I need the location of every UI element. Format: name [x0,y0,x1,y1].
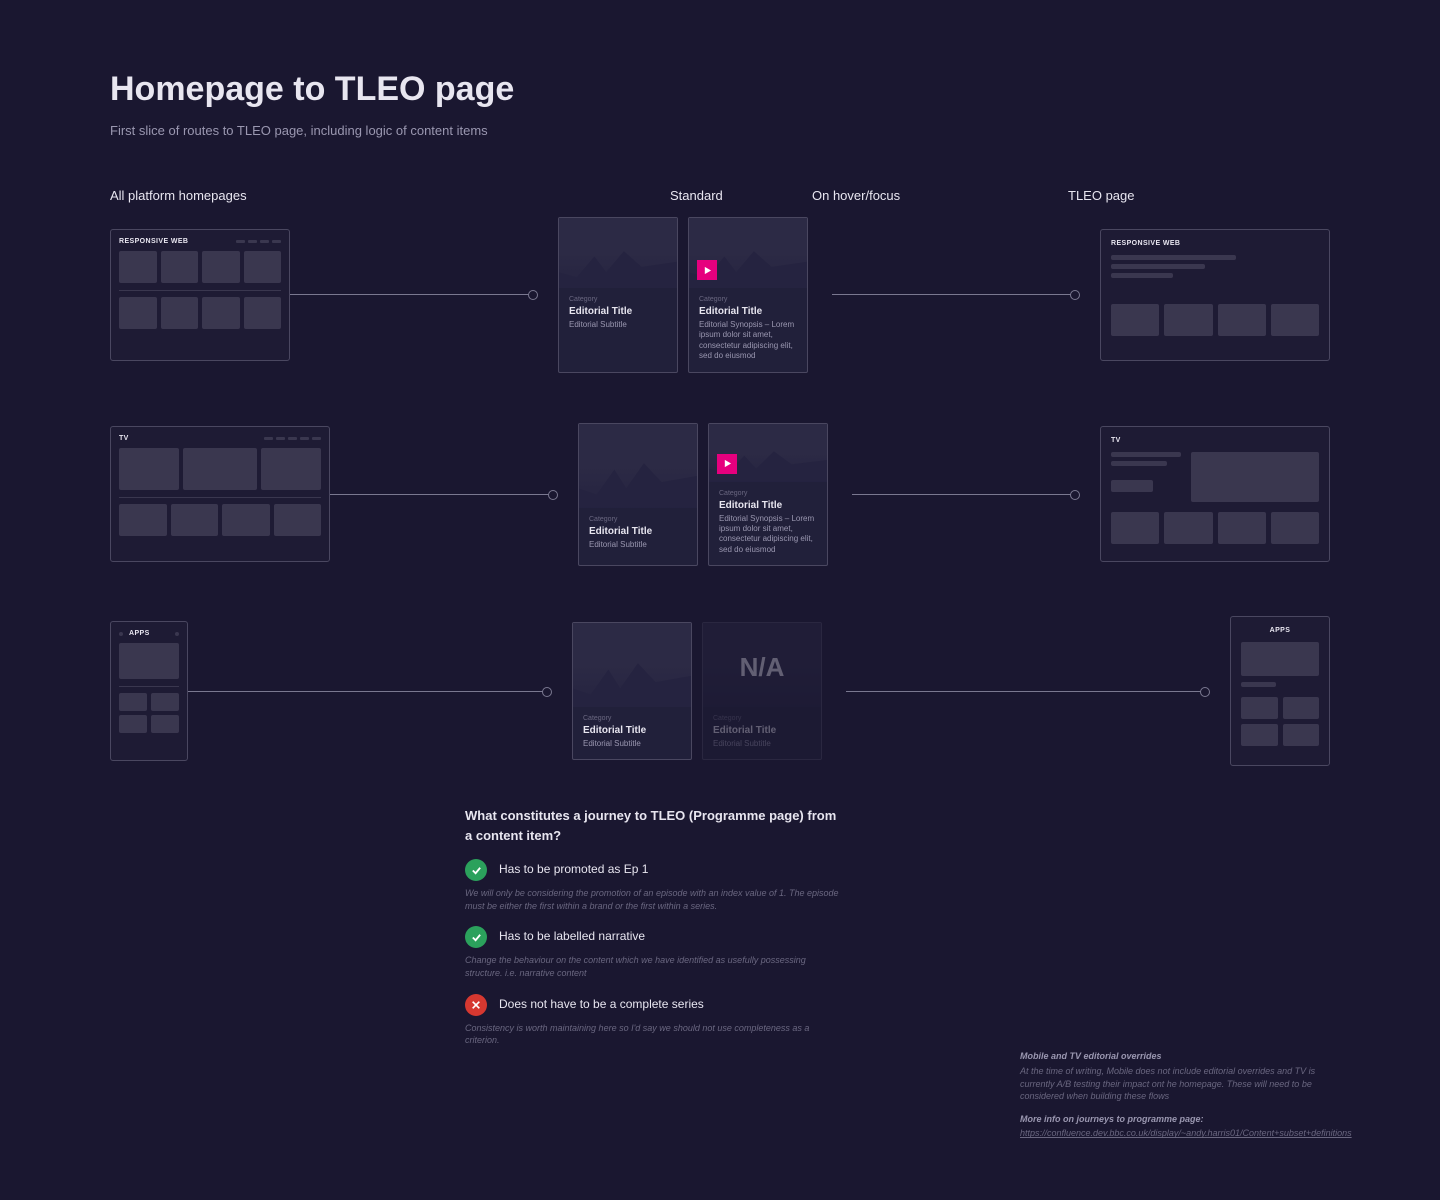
platform-label: APPS [1241,627,1319,634]
homepage-wireframe-tv: TV [110,426,330,562]
card-subtitle: Editorial Subtitle [583,739,681,749]
col-label-hover: On hover/focus [802,188,1038,203]
content-card-standard: Category Editorial Title Editorial Subti… [578,423,698,567]
platform-label: RESPONSIVE WEB [119,238,188,245]
card-title: Editorial Title [589,526,687,537]
tleo-wireframe-apps: APPS [1230,616,1330,766]
rules-section: What constitutes a journey to TLEO (Prog… [465,806,845,1047]
homepage-wireframe-web: RESPONSIVE WEB [110,229,290,361]
play-icon[interactable] [697,260,717,280]
platform-label: TV [1111,437,1319,444]
rule-text: Has to be promoted as Ep 1 [499,859,648,876]
card-title: Editorial Title [719,500,817,511]
cross-icon [465,994,487,1016]
check-icon [465,859,487,881]
rule-note: We will only be considering the promotio… [465,887,845,912]
card-synopsis: Editorial Synopsis – Lorem ipsum dolor s… [699,320,797,362]
tleo-wireframe-tv: TV [1100,426,1330,562]
card-category: Category [569,296,667,303]
card-category: Category [583,715,681,722]
rule-note: Consistency is worth maintaining here so… [465,1022,845,1047]
content-card-hover: Category Editorial Title Editorial Synop… [688,217,808,373]
card-title: Editorial Title [699,306,797,317]
footnotes: Mobile and TV editorial overrides At the… [1020,1050,1330,1140]
row-web: RESPONSIVE WEB Category Editorial Title … [110,217,1330,373]
page-title: Homepage to TLEO page [110,70,1330,109]
col-label-homepages: All platform homepages [110,188,400,203]
footnote-link[interactable]: https://confluence.dev.bbc.co.uk/display… [1020,1128,1352,1138]
col-label-tleo: TLEO page [1038,188,1298,203]
homepage-wireframe-apps: APPS [110,621,188,761]
card-category: Category [589,516,687,523]
rule-text: Has to be labelled narrative [499,926,645,943]
platform-label: APPS [129,630,150,637]
footnote-title: Mobile and TV editorial overrides [1020,1050,1330,1063]
check-icon [465,926,487,948]
rule-note: Change the behaviour on the content whic… [465,954,845,979]
footnote-title: More info on journeys to programme page: [1020,1113,1330,1126]
play-icon[interactable] [717,454,737,474]
content-card-na: Category Editorial Title Editorial Subti… [702,622,822,760]
col-label-standard: Standard [670,188,802,203]
row-tv: TV Category Editorial Title Editorial Su… [110,423,1330,567]
card-subtitle: Editorial Subtitle [569,320,667,330]
platform-label: TV [119,435,129,442]
na-label: N/A [703,623,821,759]
footnote-body: At the time of writing, Mobile does not … [1020,1065,1330,1103]
card-title: Editorial Title [583,725,681,736]
content-card-standard: Category Editorial Title Editorial Subti… [558,217,678,373]
card-category: Category [699,296,797,303]
content-card-standard: Category Editorial Title Editorial Subti… [572,622,692,760]
tleo-wireframe-web: RESPONSIVE WEB [1100,229,1330,361]
content-card-hover: Category Editorial Title Editorial Synop… [708,423,828,567]
page-subtitle: First slice of routes to TLEO page, incl… [110,123,1330,138]
card-synopsis: Editorial Synopsis – Lorem ipsum dolor s… [719,514,817,556]
platform-label: RESPONSIVE WEB [1111,240,1319,247]
card-subtitle: Editorial Subtitle [589,540,687,550]
card-title: Editorial Title [569,306,667,317]
rules-heading: What constitutes a journey to TLEO (Prog… [465,806,845,845]
rule-text: Does not have to be a complete series [499,994,704,1011]
card-category: Category [719,490,817,497]
row-apps: APPS Category Editorial Title Editorial … [110,616,1330,766]
